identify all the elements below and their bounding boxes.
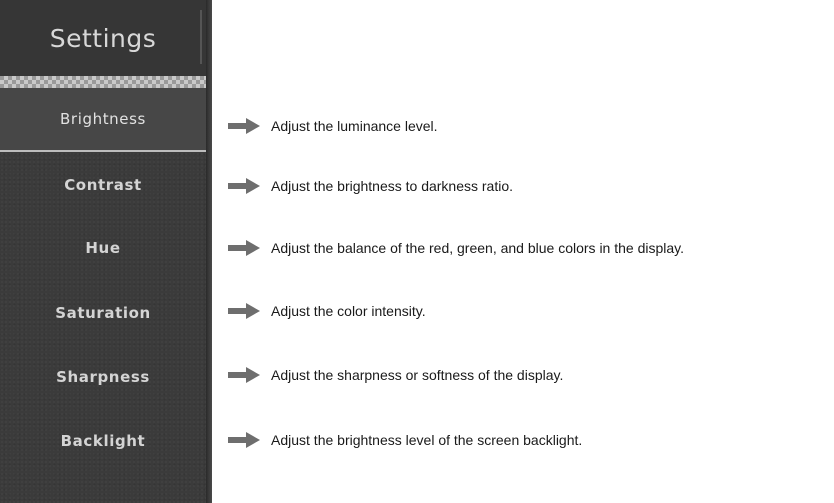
right-arrow-icon — [228, 303, 260, 319]
menu-item-label: Backlight — [60, 432, 146, 450]
right-arrow-icon — [228, 178, 260, 194]
selected-item-underline — [0, 150, 210, 152]
header-divider — [200, 10, 202, 64]
menu-item-label: Brightness — [60, 110, 146, 128]
right-arrow-icon — [228, 240, 260, 256]
menu-right-edge — [206, 0, 212, 503]
settings-menu-panel: Settings Brightness Contrast Hue Saturat… — [0, 0, 212, 503]
menu-item-saturation[interactable]: Saturation — [0, 282, 206, 344]
checkered-separator — [0, 76, 212, 88]
right-arrow-icon — [228, 432, 260, 448]
right-arrow-icon — [228, 118, 260, 134]
menu-item-label: Contrast — [64, 176, 142, 194]
settings-menu-title: Settings — [49, 24, 157, 53]
description-text: Adjust the luminance level. — [271, 118, 438, 134]
settings-menu-header: Settings — [0, 0, 206, 76]
description-text: Adjust the brightness to darkness ratio. — [271, 178, 514, 194]
menu-item-backlight[interactable]: Backlight — [0, 410, 206, 472]
menu-item-label: Sharpness — [56, 368, 150, 386]
description-text: Adjust the brightness level of the scree… — [271, 432, 583, 448]
menu-item-label: Hue — [85, 239, 121, 257]
description-text: Adjust the balance of the red, green, an… — [271, 240, 685, 256]
menu-item-brightness[interactable]: Brightness — [0, 88, 206, 150]
description-text: Adjust the color intensity. — [271, 303, 426, 319]
right-arrow-icon — [228, 367, 260, 383]
menu-item-contrast[interactable]: Contrast — [0, 154, 206, 216]
menu-item-sharpness[interactable]: Sharpness — [0, 346, 206, 408]
menu-item-label: Saturation — [55, 304, 151, 322]
menu-item-hue[interactable]: Hue — [0, 217, 206, 279]
description-text: Adjust the sharpness or softness of the … — [271, 367, 564, 383]
